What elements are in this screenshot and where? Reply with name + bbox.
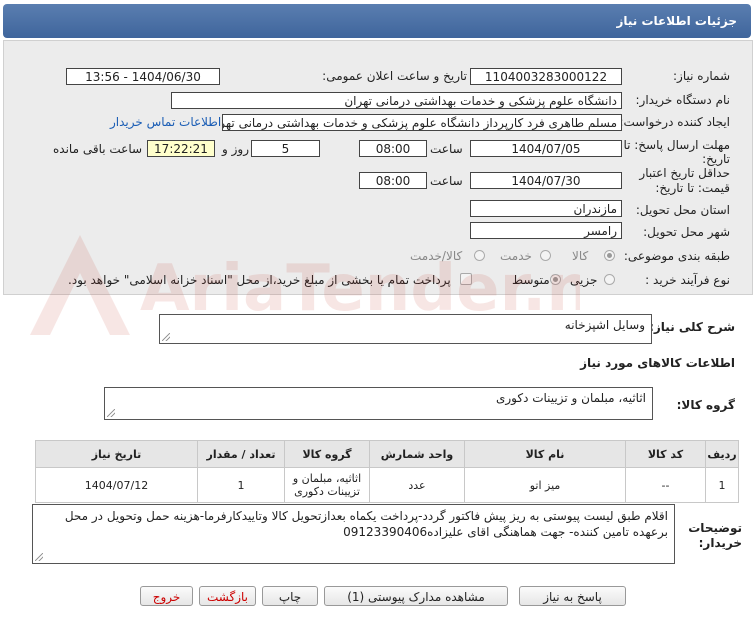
deadline-time-label: ساعت xyxy=(430,142,463,156)
category-label: طبقه بندی موضوعی: xyxy=(623,249,730,263)
creator-label: ایجاد کننده درخواست: xyxy=(619,115,730,129)
col-header-group: گروه کالا xyxy=(284,440,370,468)
deadline-date-field: 1404/07/05 xyxy=(470,140,622,157)
validity-label-1: حداقل تاریخ اعتبار xyxy=(639,166,730,180)
cell-need-date: 1404/07/12 xyxy=(35,467,198,503)
cell-unit: عدد xyxy=(369,467,465,503)
page-title: جزئیات اطلاعات نیاز xyxy=(616,14,737,28)
validity-label-2: قیمت: تا تاریخ: xyxy=(655,181,730,195)
summary-text: وسایل اشپزخانه xyxy=(564,318,645,332)
announce-datetime-field: 1404/06/30 - 13:56 xyxy=(66,68,220,85)
category-radio-goods[interactable] xyxy=(604,250,615,261)
validity-time-field: 08:00 xyxy=(359,172,427,189)
remaining-time-field: 17:22:21 xyxy=(147,140,215,157)
announce-label: تاریخ و ساعت اعلان عمومی: xyxy=(322,69,467,83)
notes-label-1: توضیحات xyxy=(688,521,742,535)
goods-group-textarea[interactable]: اثاثیه، مبلمان و تزیینات دکوری xyxy=(104,387,653,420)
items-table: ردیف کد کالا نام کالا واحد شمارش گروه کا… xyxy=(35,440,739,503)
notes-label-2: خریدار: xyxy=(698,536,742,550)
remaining-label: ساعت باقی مانده xyxy=(53,142,143,156)
col-header-name: نام کالا xyxy=(464,440,626,468)
category-radio-service[interactable] xyxy=(540,250,551,261)
summary-textarea[interactable]: وسایل اشپزخانه xyxy=(159,314,652,344)
need-number-label: شماره نیاز: xyxy=(673,69,730,83)
resize-grip-icon[interactable] xyxy=(107,409,115,417)
buyer-org-field: دانشگاه علوم پزشکی و خدمات بهداشتی درمان… xyxy=(171,92,622,109)
resize-grip-icon[interactable] xyxy=(35,553,43,561)
cell-name: میز اتو xyxy=(464,467,626,503)
days-field: 5 xyxy=(251,140,320,157)
cell-row-number: 1 xyxy=(705,467,739,503)
need-number-field: 1104003283000122 xyxy=(470,68,622,85)
deadline-time-field: 08:00 xyxy=(359,140,427,157)
city-field: رامسر xyxy=(470,222,622,239)
process-option-minor: جزیی xyxy=(570,273,598,287)
days-label: روز و xyxy=(222,142,249,156)
page-header: جزئیات اطلاعات نیاز xyxy=(3,4,751,38)
category-option-both: کالا/خدمت xyxy=(410,249,463,263)
col-header-row-number: ردیف xyxy=(705,440,739,468)
col-header-quantity: تعداد / مقدار xyxy=(197,440,285,468)
col-header-code: کد کالا xyxy=(625,440,706,468)
validity-date-field: 1404/07/30 xyxy=(470,172,622,189)
category-radio-both[interactable] xyxy=(474,250,485,261)
view-attachments-button[interactable]: مشاهده مدارک پیوستی (1) xyxy=(324,586,508,606)
print-button[interactable]: چاپ xyxy=(262,586,318,606)
category-option-goods: کالا xyxy=(572,249,589,263)
resize-grip-icon[interactable] xyxy=(162,333,170,341)
col-header-unit: واحد شمارش xyxy=(369,440,465,468)
table-row: 1 -- میز اتو عدد اثاثیه، مبلمان و تزیینا… xyxy=(35,467,739,503)
goods-section-title: اطلاعات کالاهای مورد نیاز xyxy=(580,356,735,370)
summary-label: شرح کلی نیاز: xyxy=(649,320,735,334)
back-button[interactable]: بازگشت xyxy=(199,586,256,606)
treasury-note: پرداخت تمام یا بخشی از مبلغ خرید،از محل … xyxy=(68,273,451,287)
table-header-row: ردیف کد کالا نام کالا واحد شمارش گروه کا… xyxy=(35,440,739,468)
col-header-need-date: تاریخ نیاز xyxy=(35,440,198,468)
process-option-medium: متوسط xyxy=(512,273,550,287)
cell-group: اثاثیه، مبلمان و تزیینات دکوری xyxy=(284,467,370,503)
goods-group-label: گروه کالا: xyxy=(676,398,735,412)
creator-field: مسلم طاهری فرد کارپرداز دانشگاه علوم پزش… xyxy=(222,114,622,131)
buyer-contact-link[interactable]: اطلاعات تماس خریدار xyxy=(110,115,221,129)
exit-button[interactable]: خروج xyxy=(140,586,193,606)
process-label: نوع فرآیند خرید : xyxy=(645,273,730,287)
reply-button[interactable]: پاسخ به نیاز xyxy=(519,586,626,606)
notes-text: اقلام طبق لیست پیوستی به ریز پیش فاکتور … xyxy=(64,509,668,539)
cell-code: -- xyxy=(625,467,706,503)
goods-group-text: اثاثیه، مبلمان و تزیینات دکوری xyxy=(495,391,646,405)
process-radio-medium[interactable] xyxy=(550,274,561,285)
category-option-service: خدمت xyxy=(500,249,532,263)
notes-textarea[interactable]: اقلام طبق لیست پیوستی به ریز پیش فاکتور … xyxy=(32,504,675,564)
process-radio-minor[interactable] xyxy=(604,274,615,285)
deadline-label-2: تاریخ: xyxy=(702,152,730,166)
validity-time-label: ساعت xyxy=(430,174,463,188)
buyer-org-label: نام دستگاه خریدار: xyxy=(635,93,731,107)
treasury-checkbox[interactable] xyxy=(460,273,472,285)
deadline-label-1: مهلت ارسال پاسخ: تا xyxy=(623,138,730,152)
province-field: مازندران xyxy=(470,200,622,217)
province-label: استان محل تحویل: xyxy=(635,203,730,217)
cell-quantity: 1 xyxy=(197,467,285,503)
city-label: شهر محل تحویل: xyxy=(643,225,730,239)
